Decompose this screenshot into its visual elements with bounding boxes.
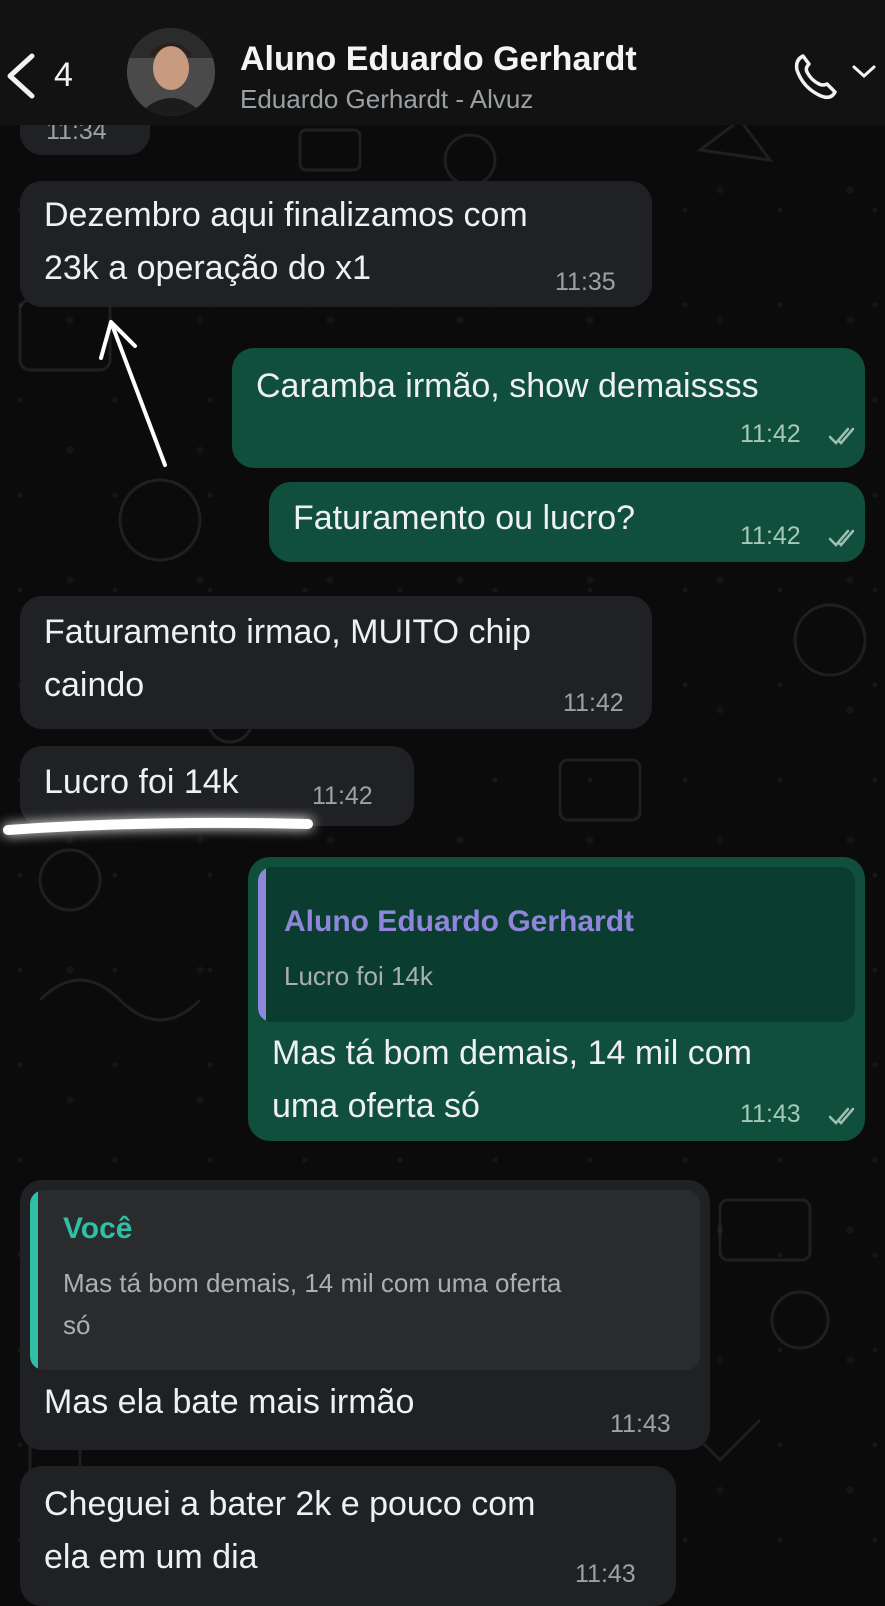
quote-text: Lucro foi 14k [284, 961, 433, 991]
double-check-icon [828, 427, 855, 445]
chevron-down-icon[interactable] [851, 63, 877, 81]
chevron-left-icon[interactable] [2, 50, 42, 100]
message-text-line: Caramba irmão, show demaissss [256, 367, 759, 405]
message-bubble-incoming[interactable]: Cheguei a bater 2k e pouco com ela em um… [20, 1466, 676, 1606]
message-time: 11:42 [740, 420, 801, 448]
message-text-line: Mas tá bom demais, 14 mil com [272, 1034, 752, 1072]
message-bubble-outgoing[interactable]: Faturamento ou lucro? 11:42 [269, 482, 865, 562]
phone-icon[interactable] [793, 52, 843, 100]
message-bubble-outgoing[interactable]: Caramba irmão, show demaissss 11:42 [232, 348, 865, 468]
message-text-line: Faturamento ou lucro? [293, 499, 636, 537]
message-time: 11:43 [575, 1560, 636, 1588]
avatar[interactable] [127, 28, 215, 116]
quote-accent-bar [30, 1190, 38, 1370]
message-bubble-incoming[interactable]: Faturamento irmao, MUITO chip caindo 11:… [20, 596, 652, 729]
message-text-line: Lucro foi 14k [44, 763, 239, 801]
message-text-line: Mas ela bate mais irmão [44, 1383, 415, 1421]
quoted-message[interactable]: Você Mas tá bom demais, 14 mil com uma o… [30, 1190, 700, 1370]
quote-text: Mas tá bom demais, 14 mil com uma oferta [63, 1268, 562, 1298]
message-time: 11:42 [740, 522, 801, 550]
double-check-icon [828, 1107, 855, 1125]
double-check-icon [828, 529, 855, 547]
contact-subtitle: Eduardo Gerhardt - Alvuz [240, 84, 534, 114]
contact-name[interactable]: Aluno Eduardo Gerhardt [240, 40, 637, 79]
quote-author: Você [63, 1212, 133, 1245]
message-time: 11:43 [610, 1410, 671, 1438]
quote-accent-bar [258, 867, 266, 1022]
message-text-line: ela em um dia [44, 1538, 258, 1576]
avatar-image [127, 28, 215, 116]
chat-header: 4 Aluno Eduardo Gerhardt Eduardo Gerhard… [0, 0, 885, 125]
message-time: 11:42 [312, 782, 373, 810]
quote-text: só [63, 1310, 91, 1340]
message-text-line: Cheguei a bater 2k e pouco com [44, 1485, 536, 1523]
unread-count[interactable]: 4 [54, 56, 73, 95]
message-text-line: uma oferta só [272, 1087, 480, 1125]
quote-author: Aluno Eduardo Gerhardt [284, 905, 635, 938]
message-time: 11:42 [563, 689, 624, 717]
message-time: 11:35 [555, 268, 616, 296]
message-time: 11:43 [740, 1100, 801, 1128]
quoted-message[interactable]: Aluno Eduardo Gerhardt Lucro foi 14k [258, 867, 855, 1022]
message-bubble-incoming[interactable]: Dezembro aqui finalizamos com 23k a oper… [20, 181, 652, 307]
annotation-underline [3, 817, 313, 835]
message-text-line: caindo [44, 666, 145, 704]
message-bubble-outgoing[interactable]: Aluno Eduardo Gerhardt Lucro foi 14k Mas… [248, 857, 865, 1141]
message-bubble-incoming[interactable]: Você Mas tá bom demais, 14 mil com uma o… [20, 1180, 710, 1450]
message-text-line: Faturamento irmao, MUITO chip [44, 613, 531, 651]
annotation-arrow [99, 320, 167, 467]
message-text-line: Dezembro aqui finalizamos com [44, 196, 528, 234]
message-text-line: 23k a operação do x1 [44, 249, 372, 287]
